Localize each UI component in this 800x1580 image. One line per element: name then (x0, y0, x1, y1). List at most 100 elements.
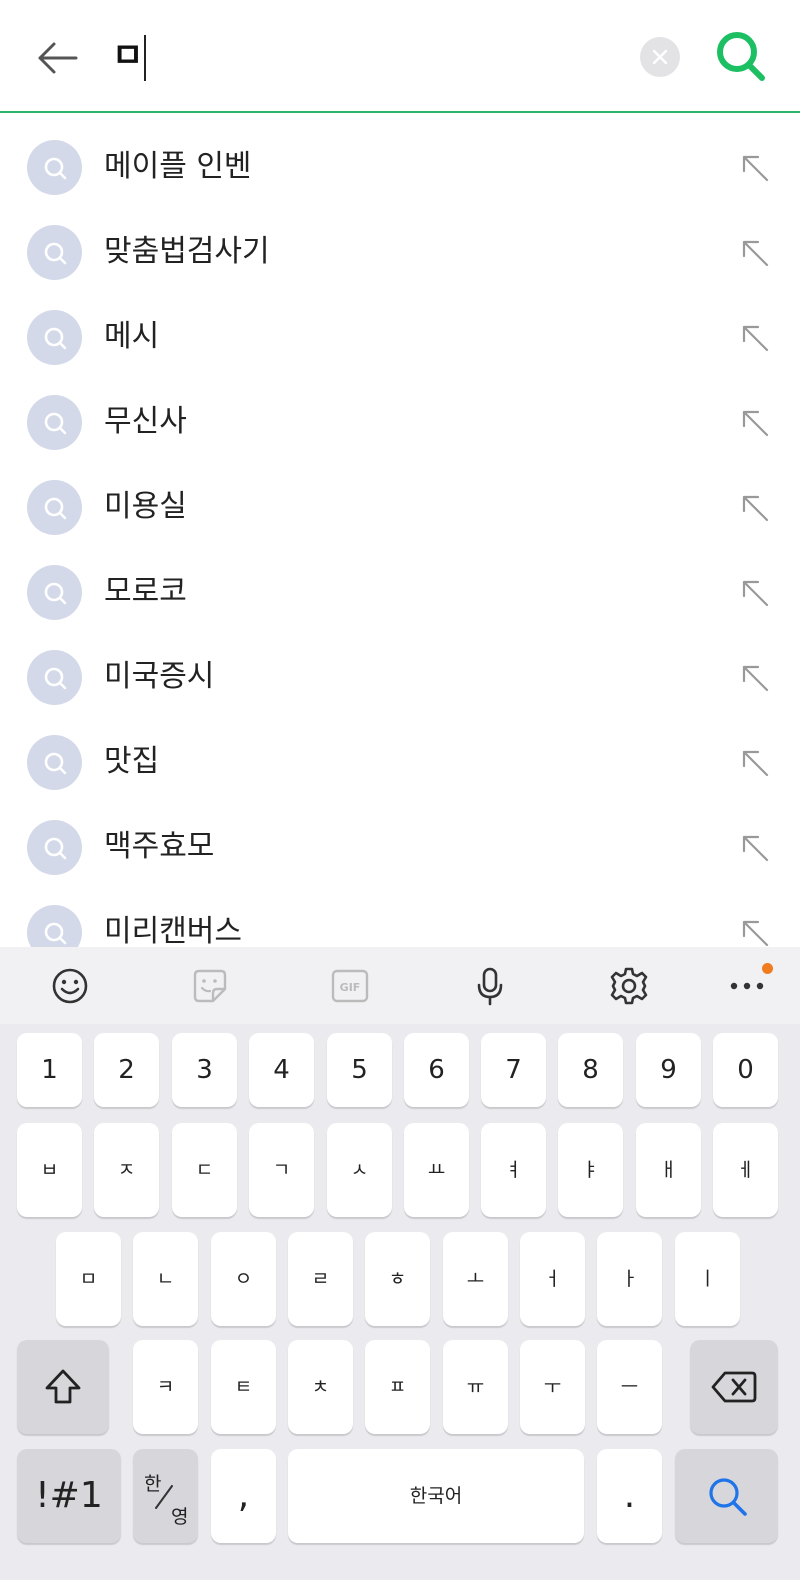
fill-query-arrow-icon[interactable] (738, 576, 772, 610)
key-0[interactable]: 0 (713, 1033, 778, 1107)
suggestion-text: 미국증시 (104, 659, 215, 694)
key-ya[interactable]: ㅑ (558, 1123, 623, 1217)
fill-query-arrow-icon[interactable] (738, 151, 772, 185)
key-yu[interactable]: ㅠ (443, 1340, 508, 1434)
key-2[interactable]: 2 (94, 1033, 159, 1107)
suggestion-item[interactable]: 무신사 (0, 380, 800, 465)
search-key[interactable] (675, 1449, 778, 1543)
back-button[interactable] (30, 30, 86, 86)
more-icon (730, 982, 764, 989)
suggestion-list: 메이플 인벤 맞춤법검사기 메시 무신사 미용실 모로코 미국증시 맛집 맥주효 (0, 113, 800, 947)
key-o[interactable]: ㅗ (443, 1232, 508, 1326)
key-rieul[interactable]: ㄹ (288, 1232, 353, 1326)
fill-query-arrow-icon[interactable] (738, 491, 772, 525)
keyboard: 1 2 3 4 5 6 7 8 9 0 ㅂ ㅈ ㄷ ㄱ ㅅ ㅛ ㅕ ㅑ ㅐ ㅔ … (0, 1024, 800, 1580)
close-icon (652, 49, 668, 65)
sticker-button[interactable] (175, 947, 245, 1024)
microphone-icon (477, 967, 503, 1005)
key-u[interactable]: ㅜ (520, 1340, 585, 1434)
key-5[interactable]: 5 (327, 1033, 392, 1107)
search-icon (708, 1478, 747, 1516)
key-3[interactable]: 3 (172, 1033, 237, 1107)
key-tieut[interactable]: ㅌ (211, 1340, 276, 1434)
fill-query-arrow-icon[interactable] (738, 831, 772, 865)
search-icon (717, 32, 765, 81)
key-siot[interactable]: ㅅ (327, 1123, 392, 1217)
suggestion-item[interactable]: 맛집 (0, 720, 800, 805)
shift-key[interactable] (17, 1340, 109, 1434)
key-e[interactable]: ㅔ (713, 1123, 778, 1217)
suggestion-text: 미용실 (104, 489, 187, 524)
key-digeut[interactable]: ㄷ (172, 1123, 237, 1217)
key-4[interactable]: 4 (249, 1033, 314, 1107)
voice-input-button[interactable] (455, 947, 525, 1024)
space-key[interactable]: 한국어 (288, 1449, 584, 1543)
fill-query-arrow-icon[interactable] (738, 236, 772, 270)
key-8[interactable]: 8 (558, 1033, 623, 1107)
text-cursor (144, 34, 147, 81)
key-pieup[interactable]: ㅍ (365, 1340, 430, 1434)
sticker-icon (193, 969, 227, 1002)
backspace-key[interactable] (690, 1340, 778, 1434)
key-ae[interactable]: ㅐ (636, 1123, 701, 1217)
keyboard-settings-button[interactable] (594, 947, 664, 1024)
suggestion-text: 메이플 인벤 (104, 149, 252, 184)
fill-query-arrow-icon[interactable] (738, 406, 772, 440)
key-jieut[interactable]: ㅈ (94, 1123, 159, 1217)
suggestion-item[interactable]: 맞춤법검사기 (0, 210, 800, 295)
language-switch-key[interactable]: 한 영 (133, 1449, 198, 1543)
key-nieun[interactable]: ㄴ (133, 1232, 198, 1326)
key-i[interactable]: ㅣ (675, 1232, 740, 1326)
key-chieut[interactable]: ㅊ (288, 1340, 353, 1434)
key-kieuk[interactable]: ㅋ (133, 1340, 198, 1434)
fill-query-arrow-icon[interactable] (738, 916, 772, 947)
suggestion-item[interactable]: 메시 (0, 295, 800, 380)
suggestion-search-icon (27, 905, 82, 947)
key-yeo[interactable]: ㅕ (481, 1123, 546, 1217)
shift-arrow-icon (45, 1369, 81, 1404)
search-header: ㅁ (0, 0, 800, 113)
key-ieung[interactable]: ㅇ (211, 1232, 276, 1326)
comma-key[interactable]: , (211, 1449, 276, 1543)
back-arrow-icon (38, 42, 78, 74)
key-bieup[interactable]: ㅂ (17, 1123, 82, 1217)
search-button[interactable] (710, 26, 770, 86)
keyboard-toolbar: GIF (0, 947, 800, 1024)
han-yeong-label: 한 영 (133, 1449, 198, 1543)
key-giyeok[interactable]: ㄱ (249, 1123, 314, 1217)
suggestion-item[interactable]: 맥주효모 (0, 805, 800, 890)
key-9[interactable]: 9 (636, 1033, 701, 1107)
key-yo[interactable]: ㅛ (404, 1123, 469, 1217)
suggestion-text: 맛집 (104, 744, 160, 779)
suggestion-item[interactable]: 메이플 인벤 (0, 125, 800, 210)
notification-dot (762, 963, 773, 974)
suggestion-item[interactable]: 미리캔버스 (0, 890, 800, 947)
symbols-key[interactable]: !#1 (17, 1449, 121, 1543)
key-eo[interactable]: ㅓ (520, 1232, 585, 1326)
backspace-icon (711, 1371, 757, 1403)
key-mieum[interactable]: ㅁ (56, 1232, 121, 1326)
key-eu[interactable]: ㅡ (597, 1340, 662, 1434)
clear-button[interactable] (640, 37, 680, 77)
search-input[interactable]: ㅁ (112, 32, 147, 81)
suggestion-search-icon (27, 820, 82, 875)
suggestion-item[interactable]: 미용실 (0, 465, 800, 550)
period-key[interactable]: . (597, 1449, 662, 1543)
fill-query-arrow-icon[interactable] (738, 321, 772, 355)
key-1[interactable]: 1 (17, 1033, 82, 1107)
fill-query-arrow-icon[interactable] (738, 746, 772, 780)
key-6[interactable]: 6 (404, 1033, 469, 1107)
emoji-button[interactable] (35, 947, 105, 1024)
suggestion-text: 맞춤법검사기 (104, 234, 270, 269)
yeong-label: 영 (171, 1506, 189, 1528)
key-a[interactable]: ㅏ (597, 1232, 662, 1326)
gif-button[interactable]: GIF (315, 947, 385, 1024)
search-query-text: ㅁ (112, 36, 144, 76)
key-7[interactable]: 7 (481, 1033, 546, 1107)
suggestion-search-icon (27, 310, 82, 365)
fill-query-arrow-icon[interactable] (738, 661, 772, 695)
suggestion-item[interactable]: 모로코 (0, 550, 800, 635)
more-options-button[interactable] (712, 947, 782, 1024)
key-hieut[interactable]: ㅎ (365, 1232, 430, 1326)
suggestion-item[interactable]: 미국증시 (0, 635, 800, 720)
